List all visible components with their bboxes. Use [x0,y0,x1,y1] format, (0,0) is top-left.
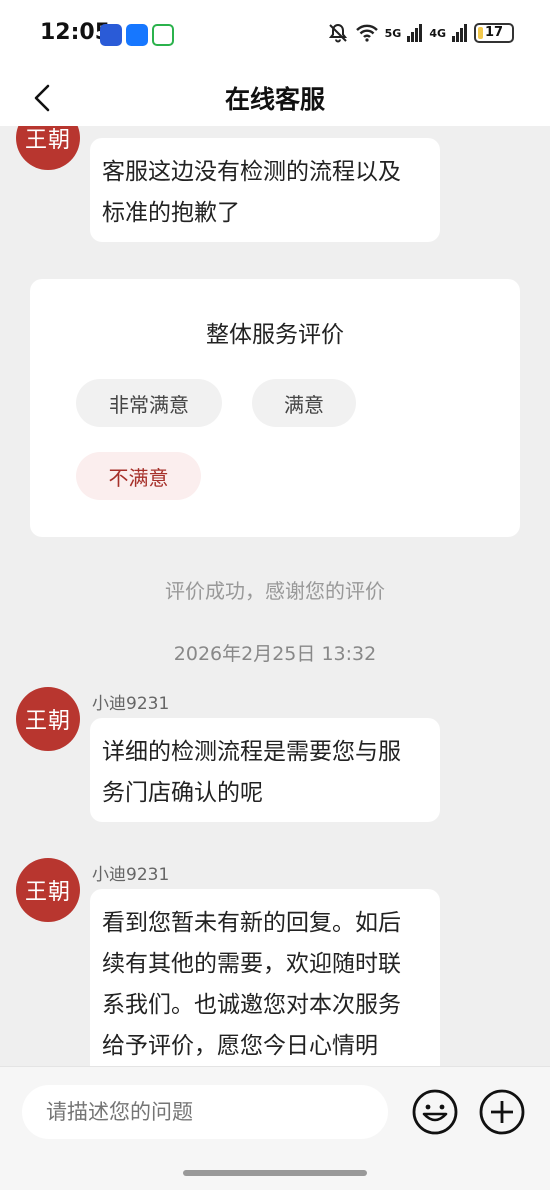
wifi-icon [355,24,378,42]
home-indicator[interactable] [183,1170,367,1176]
sender-name: 小迪9231 [92,694,170,714]
signal-bars-icon [452,24,467,42]
app-notification-icon [100,24,122,46]
message-text-line: 详细的检测流程是需要您与服 [102,739,401,765]
signal-4g-label: 4G [429,26,446,40]
status-bar: 12:05 5G 4G 17 [0,0,550,70]
rating-card: 整体服务评价 非常满意 满意 不满意 [30,279,520,537]
system-note: 评价成功，感谢您的评价 [165,579,385,603]
message-timestamp: 2026年2月25日 13:32 [173,643,377,665]
notification-icons [100,24,174,46]
plus-icon [479,1089,525,1135]
message-text-line: 务门店确认的呢 [102,780,263,806]
message-bubble: 客服这边没有检测的流程以及 标准的抱歉了 [90,138,440,242]
status-indicators: 5G 4G 17 [327,22,514,44]
emoji-button[interactable] [411,1088,459,1136]
page-title: 在线客服 [224,85,325,114]
message-text-line: 续有其他的需要，欢迎随时联 [102,951,401,977]
message-bubble: 看到您暂未有新的回复。如后 续有其他的需要，欢迎随时联 系我们。也诚邀您对本次服… [90,889,440,1066]
message-text-line: 给予评价，愿您今日心情明 [102,1033,378,1059]
input-bar [0,1066,550,1156]
agent-avatar: 王朝 [16,687,80,751]
rating-title: 整体服务评价 [206,322,344,348]
rating-option-very-satisfied[interactable]: 非常满意 [76,379,222,427]
app-header: 在线客服 [0,70,550,126]
chat-area[interactable]: 王朝 客服这边没有检测的流程以及 标准的抱歉了 整体服务评价 非常满意 满意 不… [0,126,550,1066]
mute-icon [328,23,347,43]
alipay-notification-icon [126,24,148,46]
message-text-line: 系我们。也诚邀您对本次服务 [102,992,401,1018]
message-text-line: 标准的抱歉了 [102,200,240,226]
rating-option-satisfied[interactable]: 满意 [252,379,356,427]
mobile-notification-icon [152,24,174,46]
signal-5g-label: 5G [384,26,402,40]
message-text-line: 客服这边没有检测的流程以及 [102,159,401,185]
battery-level: 17 [484,25,504,40]
sender-name: 小迪9231 [92,865,170,885]
emoji-icon [412,1089,458,1135]
rating-option-unsatisfied[interactable]: 不满意 [76,452,201,500]
more-button[interactable] [478,1088,526,1136]
agent-avatar: 王朝 [16,858,80,922]
home-indicator-area [0,1156,550,1190]
battery-icon: 17 [474,23,514,43]
message-bubble: 详细的检测流程是需要您与服 务门店确认的呢 [90,718,440,822]
agent-avatar: 王朝 [16,126,80,170]
message-text-line: 看到您暂未有新的回复。如后 [102,910,401,936]
message-input[interactable] [22,1085,388,1139]
signal-bars-icon [407,24,423,42]
